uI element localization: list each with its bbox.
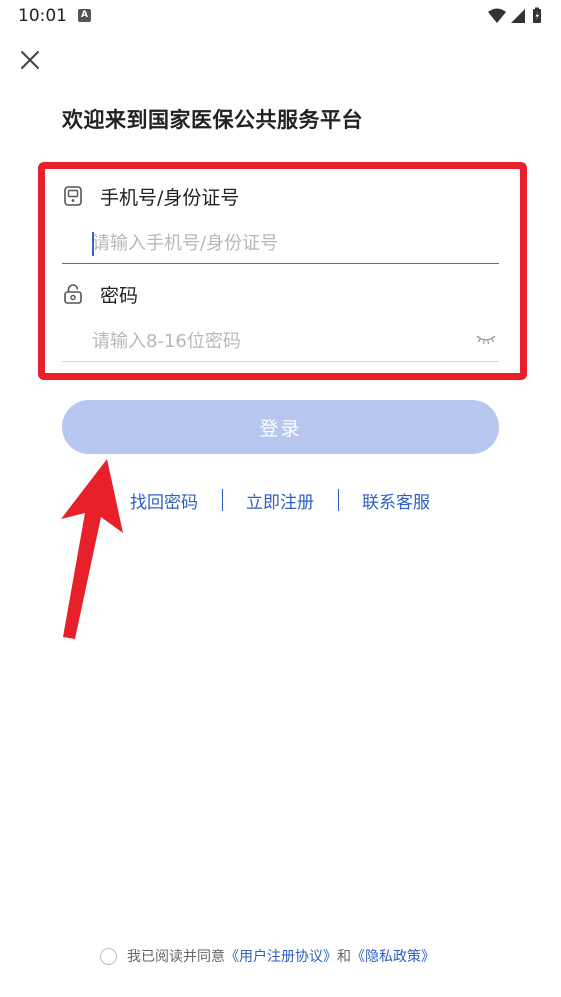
status-bar: 10:01 A xyxy=(0,0,561,32)
eye-closed-icon[interactable] xyxy=(475,332,497,346)
lock-icon xyxy=(64,284,82,304)
register-link[interactable]: 立即注册 xyxy=(246,488,314,513)
signal-icon xyxy=(511,9,525,23)
password-label: 密码 xyxy=(100,284,139,307)
login-screen: 10:01 A 欢迎来到国家医保公共服务平台 手机号/身份证号 请输入手机号/身… xyxy=(0,0,561,997)
contact-support-link[interactable]: 联系客服 xyxy=(362,488,430,513)
close-icon xyxy=(21,51,39,69)
password-input-underline xyxy=(62,361,499,362)
wifi-icon xyxy=(488,8,506,23)
link-divider xyxy=(222,489,223,511)
account-label: 手机号/身份证号 xyxy=(100,186,240,209)
battery-icon xyxy=(533,7,541,23)
account-label-row: 手机号/身份证号 xyxy=(62,183,239,209)
agreement-checkbox[interactable] xyxy=(100,947,117,965)
text-caret xyxy=(92,232,94,256)
phone-icon xyxy=(64,186,82,206)
account-input[interactable] xyxy=(92,228,462,258)
agreement-prefix: 我已阅读并同意 xyxy=(127,949,225,965)
password-label-row: 密码 xyxy=(62,281,138,307)
agreement-conjunction: 和 xyxy=(337,949,351,965)
account-input-row xyxy=(62,224,499,264)
password-input[interactable] xyxy=(92,326,462,356)
annotation-arrow xyxy=(61,459,123,639)
privacy-policy-link[interactable]: 《隐私政策》 xyxy=(351,946,435,966)
agreement-row: 我已阅读并同意 《用户注册协议》 和 《隐私政策》 xyxy=(100,945,435,967)
user-agreement-link[interactable]: 《用户注册协议》 xyxy=(225,946,337,966)
close-button[interactable] xyxy=(18,48,42,72)
notification-a-icon: A xyxy=(78,9,91,22)
login-button[interactable]: 登录 xyxy=(62,400,499,454)
status-time: 10:01 xyxy=(18,6,67,26)
link-divider xyxy=(338,489,339,511)
account-input-underline xyxy=(62,263,499,264)
forgot-password-link[interactable]: 找回密码 xyxy=(130,488,198,513)
status-icons xyxy=(487,6,547,26)
password-input-row xyxy=(62,322,499,362)
page-title: 欢迎来到国家医保公共服务平台 xyxy=(62,108,363,132)
